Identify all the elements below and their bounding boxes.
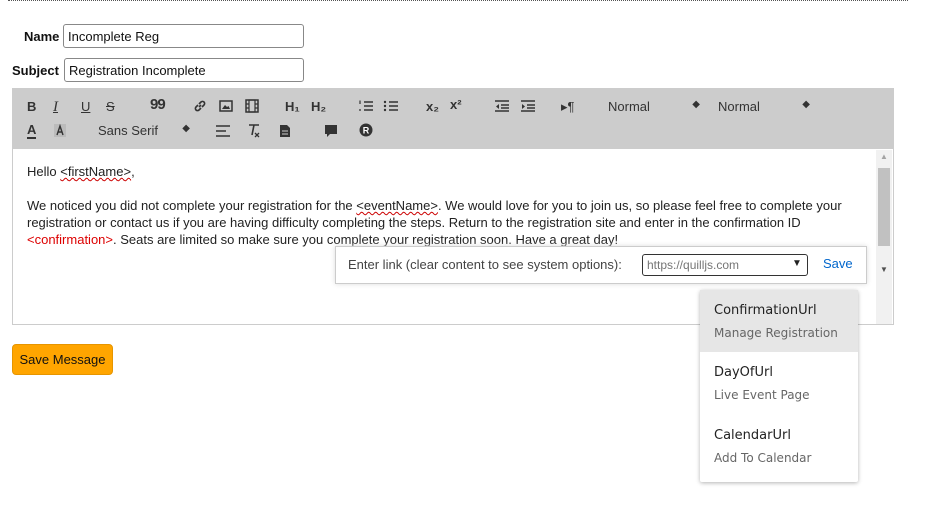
body-paragraph: We noticed you did not complete your reg… bbox=[27, 197, 869, 248]
greeting-suffix: , bbox=[131, 164, 135, 179]
registered-button[interactable]: R bbox=[359, 123, 373, 137]
link-tooltip: Enter link (clear content to see system … bbox=[335, 246, 867, 284]
highlight-icon bbox=[54, 123, 66, 137]
font-picker[interactable]: Sans Serif ◆ bbox=[98, 123, 190, 138]
editor-toolbar: B I U S 99 H₁ H₂ x₂ x² ▸¶ Normal ◆ Norma… bbox=[13, 89, 893, 149]
align-icon bbox=[216, 125, 230, 137]
align-button[interactable] bbox=[215, 124, 231, 138]
registered-icon: R bbox=[359, 123, 373, 137]
name-label: Name bbox=[24, 29, 60, 44]
body-text-a: We noticed you did not complete your reg… bbox=[27, 198, 357, 213]
body-text-c: . Seats are limited so make sure you com… bbox=[113, 232, 619, 247]
scroll-down-arrow-icon[interactable]: ▼ bbox=[876, 265, 892, 274]
bold-button[interactable]: B bbox=[27, 99, 36, 115]
link-save-link[interactable]: Save bbox=[823, 256, 853, 271]
background-color-button[interactable] bbox=[53, 123, 67, 139]
header-picker-label: Normal bbox=[718, 99, 760, 114]
document-button[interactable] bbox=[279, 124, 291, 138]
greeting-paragraph: Hello <firstName>, bbox=[27, 163, 869, 180]
clear-format-button[interactable] bbox=[247, 123, 261, 139]
size-picker-label: Normal bbox=[608, 99, 650, 114]
top-divider bbox=[8, 0, 908, 1]
comment-button[interactable] bbox=[324, 124, 338, 138]
suggestion-name: DayOfUrl bbox=[714, 365, 773, 380]
suggestion-item[interactable]: CalendarUrl Add To Calendar bbox=[700, 415, 858, 477]
clear-format-icon bbox=[249, 124, 260, 138]
indent-icon bbox=[521, 100, 535, 112]
strike-button[interactable]: S bbox=[106, 99, 115, 115]
svg-text:R: R bbox=[363, 126, 370, 136]
bullet-list-icon bbox=[383, 100, 398, 112]
subscript-button[interactable]: x₂ bbox=[426, 99, 439, 115]
ordered-list-icon bbox=[359, 100, 373, 111]
h1-button[interactable]: H₁ bbox=[285, 99, 300, 115]
italic-button[interactable]: I bbox=[53, 99, 58, 115]
video-icon bbox=[245, 99, 259, 113]
subject-input[interactable] bbox=[64, 58, 304, 82]
outdent-button[interactable] bbox=[494, 99, 510, 113]
suggestion-name: CalendarUrl bbox=[714, 428, 791, 443]
suggestion-item[interactable]: ConfirmationUrl Manage Registration bbox=[700, 290, 858, 352]
name-input[interactable] bbox=[63, 24, 304, 48]
blockquote-button[interactable]: 99 bbox=[150, 97, 166, 113]
indent-button[interactable] bbox=[520, 99, 536, 113]
editor-scrollbar[interactable]: ▲ ▼ bbox=[876, 150, 892, 324]
link-icon bbox=[194, 100, 206, 112]
text-direction-button[interactable]: ▸¶ bbox=[561, 99, 575, 115]
comment-icon bbox=[325, 125, 337, 137]
bullet-list-button[interactable] bbox=[383, 99, 399, 113]
suggestion-name: ConfirmationUrl bbox=[714, 303, 817, 318]
suggestion-description: Add To Calendar bbox=[714, 451, 812, 465]
size-picker-caret-icon: ◆ bbox=[692, 99, 700, 110]
document-icon bbox=[280, 125, 290, 137]
link-button[interactable] bbox=[193, 99, 207, 113]
outdent-icon bbox=[495, 100, 509, 112]
confirmation-variable: <confirmation> bbox=[27, 232, 113, 247]
suggestion-description: Manage Registration bbox=[714, 326, 838, 340]
header-picker[interactable]: Normal ◆ bbox=[718, 99, 810, 114]
first-name-variable: <firstName> bbox=[60, 164, 132, 179]
link-tooltip-label: Enter link (clear content to see system … bbox=[348, 257, 622, 272]
event-name-variable: <eventName> bbox=[356, 198, 438, 213]
link-dropdown-caret-icon[interactable]: ▼ bbox=[792, 258, 802, 269]
font-picker-caret-icon: ◆ bbox=[182, 123, 190, 134]
scroll-thumb[interactable] bbox=[878, 168, 890, 246]
h2-button[interactable]: H₂ bbox=[311, 99, 326, 115]
superscript-button[interactable]: x² bbox=[450, 97, 462, 113]
suggestion-description: Live Event Page bbox=[714, 388, 810, 402]
image-button[interactable] bbox=[219, 99, 233, 113]
size-picker[interactable]: Normal ◆ bbox=[608, 99, 700, 114]
greeting-text: Hello bbox=[27, 164, 61, 179]
scroll-up-arrow-icon[interactable]: ▲ bbox=[876, 152, 892, 161]
save-message-button[interactable]: Save Message bbox=[12, 344, 113, 375]
ordered-list-button[interactable] bbox=[358, 99, 374, 113]
header-picker-caret-icon: ◆ bbox=[802, 99, 810, 110]
link-url-input[interactable] bbox=[642, 254, 808, 276]
text-color-button[interactable]: A bbox=[27, 123, 37, 139]
font-picker-label: Sans Serif bbox=[98, 123, 158, 138]
image-icon bbox=[219, 100, 233, 112]
subject-label: Subject bbox=[12, 63, 59, 78]
link-suggestions-dropdown: ConfirmationUrl Manage Registration DayO… bbox=[700, 290, 858, 482]
suggestion-item[interactable]: DayOfUrl Live Event Page bbox=[700, 352, 858, 414]
underline-button[interactable]: U bbox=[81, 99, 90, 115]
video-button[interactable] bbox=[245, 99, 259, 113]
